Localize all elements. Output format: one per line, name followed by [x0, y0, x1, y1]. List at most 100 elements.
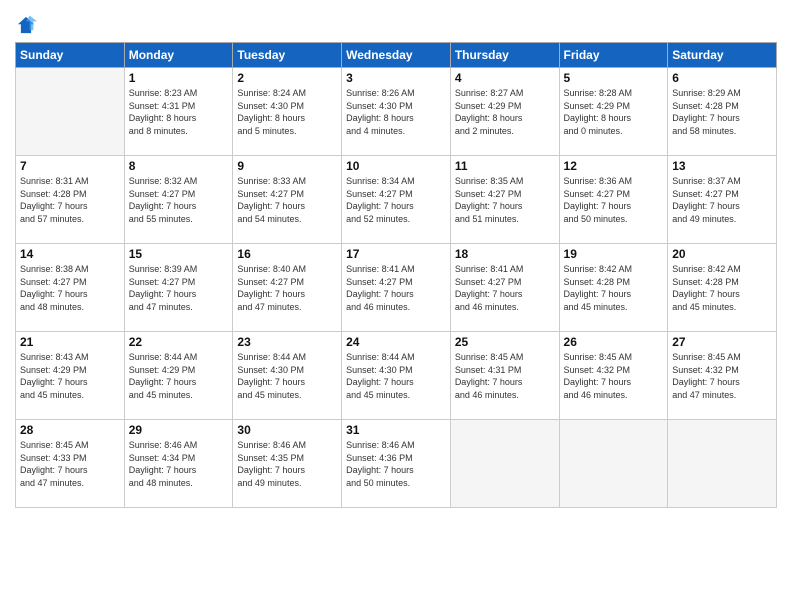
calendar-week-row: 28 Sunrise: 8:45 AM Sunset: 4:33 PM Dayli… — [16, 420, 777, 508]
calendar-table: SundayMondayTuesdayWednesdayThursdayFrid… — [15, 42, 777, 508]
day-number: 29 — [129, 423, 229, 437]
calendar-week-row: 7Sunrise: 8:31 AM Sunset: 4:28 PM Daylig… — [16, 156, 777, 244]
calendar-cell: 7Sunrise: 8:31 AM Sunset: 4:28 PM Daylig… — [16, 156, 125, 244]
day-info: Sunrise: 8:44 AM Sunset: 4:30 PM Dayligh… — [237, 351, 337, 401]
day-number: 23 — [237, 335, 337, 349]
day-number: 22 — [129, 335, 229, 349]
calendar-header-row: SundayMondayTuesdayWednesdayThursdayFrid… — [16, 43, 777, 68]
calendar-cell: 24Sunrise: 8:44 AM Sunset: 4:30 PM Dayli… — [342, 332, 451, 420]
day-info: Sunrise: 8:42 AM Sunset: 4:28 PM Dayligh… — [672, 263, 772, 313]
day-info: Sunrise: 8:37 AM Sunset: 4:27 PM Dayligh… — [672, 175, 772, 225]
calendar-week-row: 21 Sunrise: 8:43 AM Sunset: 4:29 PM Dayli… — [16, 332, 777, 420]
calendar-cell: 16 Sunrise: 8:40 AM Sunset: 4:27 PM Dayli… — [233, 244, 342, 332]
calendar-cell: 3 Sunrise: 8:26 AM Sunset: 4:30 PM Daylig… — [342, 68, 451, 156]
day-number: 27 — [672, 335, 772, 349]
calendar-week-row: 14 Sunrise: 8:38 AM Sunset: 4:27 PM Dayli… — [16, 244, 777, 332]
weekday-header-tuesday: Tuesday — [233, 43, 342, 68]
day-number: 16 — [237, 247, 337, 261]
calendar-cell: 13 Sunrise: 8:37 AM Sunset: 4:27 PM Dayli… — [668, 156, 777, 244]
day-number: 13 — [672, 159, 772, 173]
calendar-cell: 15Sunrise: 8:39 AM Sunset: 4:27 PM Dayli… — [124, 244, 233, 332]
calendar-cell: 30Sunrise: 8:46 AM Sunset: 4:35 PM Dayli… — [233, 420, 342, 508]
day-number: 26 — [564, 335, 664, 349]
day-number: 17 — [346, 247, 446, 261]
calendar-cell: 8Sunrise: 8:32 AM Sunset: 4:27 PM Daylig… — [124, 156, 233, 244]
day-info: Sunrise: 8:28 AM Sunset: 4:29 PM Dayligh… — [564, 87, 664, 137]
weekday-header-saturday: Saturday — [668, 43, 777, 68]
day-info: Sunrise: 8:26 AM Sunset: 4:30 PM Dayligh… — [346, 87, 446, 137]
day-number: 6 — [672, 71, 772, 85]
page: SundayMondayTuesdayWednesdayThursdayFrid… — [0, 0, 792, 612]
day-info: Sunrise: 8:41 AM Sunset: 4:27 PM Dayligh… — [455, 263, 555, 313]
calendar-cell: 17 Sunrise: 8:41 AM Sunset: 4:27 PM Dayli… — [342, 244, 451, 332]
calendar-cell: 14 Sunrise: 8:38 AM Sunset: 4:27 PM Dayli… — [16, 244, 125, 332]
calendar-cell: 29 Sunrise: 8:46 AM Sunset: 4:34 PM Dayli… — [124, 420, 233, 508]
calendar-week-row: 1Sunrise: 8:23 AM Sunset: 4:31 PM Daylig… — [16, 68, 777, 156]
day-info: Sunrise: 8:46 AM Sunset: 4:35 PM Dayligh… — [237, 439, 337, 489]
calendar-cell: 10 Sunrise: 8:34 AM Sunset: 4:27 PM Dayli… — [342, 156, 451, 244]
calendar-cell — [559, 420, 668, 508]
day-number: 1 — [129, 71, 229, 85]
day-number: 4 — [455, 71, 555, 85]
calendar-cell: 20Sunrise: 8:42 AM Sunset: 4:28 PM Dayli… — [668, 244, 777, 332]
day-info: Sunrise: 8:38 AM Sunset: 4:27 PM Dayligh… — [20, 263, 120, 313]
weekday-header-monday: Monday — [124, 43, 233, 68]
day-number: 3 — [346, 71, 446, 85]
day-info: Sunrise: 8:40 AM Sunset: 4:27 PM Dayligh… — [237, 263, 337, 313]
calendar-cell: 2 Sunrise: 8:24 AM Sunset: 4:30 PM Daylig… — [233, 68, 342, 156]
logo — [15, 14, 41, 36]
day-number: 14 — [20, 247, 120, 261]
day-info: Sunrise: 8:45 AM Sunset: 4:33 PM Dayligh… — [20, 439, 120, 489]
day-info: Sunrise: 8:36 AM Sunset: 4:27 PM Dayligh… — [564, 175, 664, 225]
calendar-cell: 11 Sunrise: 8:35 AM Sunset: 4:27 PM Dayli… — [450, 156, 559, 244]
calendar-cell: 4 Sunrise: 8:27 AM Sunset: 4:29 PM Daylig… — [450, 68, 559, 156]
day-number: 10 — [346, 159, 446, 173]
calendar-cell — [16, 68, 125, 156]
calendar-cell: 5 Sunrise: 8:28 AM Sunset: 4:29 PM Daylig… — [559, 68, 668, 156]
day-info: Sunrise: 8:46 AM Sunset: 4:34 PM Dayligh… — [129, 439, 229, 489]
calendar-cell: 22 Sunrise: 8:44 AM Sunset: 4:29 PM Dayli… — [124, 332, 233, 420]
day-info: Sunrise: 8:24 AM Sunset: 4:30 PM Dayligh… — [237, 87, 337, 137]
calendar-cell: 12 Sunrise: 8:36 AM Sunset: 4:27 PM Dayli… — [559, 156, 668, 244]
calendar-cell: 18Sunrise: 8:41 AM Sunset: 4:27 PM Dayli… — [450, 244, 559, 332]
day-number: 5 — [564, 71, 664, 85]
day-info: Sunrise: 8:45 AM Sunset: 4:31 PM Dayligh… — [455, 351, 555, 401]
day-info: Sunrise: 8:45 AM Sunset: 4:32 PM Dayligh… — [564, 351, 664, 401]
calendar-cell: 25 Sunrise: 8:45 AM Sunset: 4:31 PM Dayli… — [450, 332, 559, 420]
logo-icon — [15, 14, 37, 36]
calendar-cell: 19 Sunrise: 8:42 AM Sunset: 4:28 PM Dayli… — [559, 244, 668, 332]
day-number: 25 — [455, 335, 555, 349]
day-info: Sunrise: 8:35 AM Sunset: 4:27 PM Dayligh… — [455, 175, 555, 225]
day-info: Sunrise: 8:34 AM Sunset: 4:27 PM Dayligh… — [346, 175, 446, 225]
day-info: Sunrise: 8:39 AM Sunset: 4:27 PM Dayligh… — [129, 263, 229, 313]
header — [15, 10, 777, 36]
day-number: 21 — [20, 335, 120, 349]
day-info: Sunrise: 8:32 AM Sunset: 4:27 PM Dayligh… — [129, 175, 229, 225]
day-info: Sunrise: 8:46 AM Sunset: 4:36 PM Dayligh… — [346, 439, 446, 489]
day-number: 12 — [564, 159, 664, 173]
day-number: 24 — [346, 335, 446, 349]
weekday-header-sunday: Sunday — [16, 43, 125, 68]
day-info: Sunrise: 8:33 AM Sunset: 4:27 PM Dayligh… — [237, 175, 337, 225]
day-info: Sunrise: 8:42 AM Sunset: 4:28 PM Dayligh… — [564, 263, 664, 313]
weekday-header-thursday: Thursday — [450, 43, 559, 68]
calendar-cell: 28 Sunrise: 8:45 AM Sunset: 4:33 PM Dayli… — [16, 420, 125, 508]
day-info: Sunrise: 8:27 AM Sunset: 4:29 PM Dayligh… — [455, 87, 555, 137]
calendar-cell: 31 Sunrise: 8:46 AM Sunset: 4:36 PM Dayli… — [342, 420, 451, 508]
calendar-cell: 26 Sunrise: 8:45 AM Sunset: 4:32 PM Dayli… — [559, 332, 668, 420]
day-number: 28 — [20, 423, 120, 437]
day-number: 31 — [346, 423, 446, 437]
day-number: 11 — [455, 159, 555, 173]
weekday-header-wednesday: Wednesday — [342, 43, 451, 68]
day-info: Sunrise: 8:43 AM Sunset: 4:29 PM Dayligh… — [20, 351, 120, 401]
day-info: Sunrise: 8:45 AM Sunset: 4:32 PM Dayligh… — [672, 351, 772, 401]
day-number: 2 — [237, 71, 337, 85]
day-number: 19 — [564, 247, 664, 261]
calendar-cell: 6Sunrise: 8:29 AM Sunset: 4:28 PM Daylig… — [668, 68, 777, 156]
calendar-cell — [450, 420, 559, 508]
calendar-cell — [668, 420, 777, 508]
day-info: Sunrise: 8:44 AM Sunset: 4:29 PM Dayligh… — [129, 351, 229, 401]
day-number: 7 — [20, 159, 120, 173]
day-info: Sunrise: 8:41 AM Sunset: 4:27 PM Dayligh… — [346, 263, 446, 313]
calendar-cell: 23 Sunrise: 8:44 AM Sunset: 4:30 PM Dayli… — [233, 332, 342, 420]
